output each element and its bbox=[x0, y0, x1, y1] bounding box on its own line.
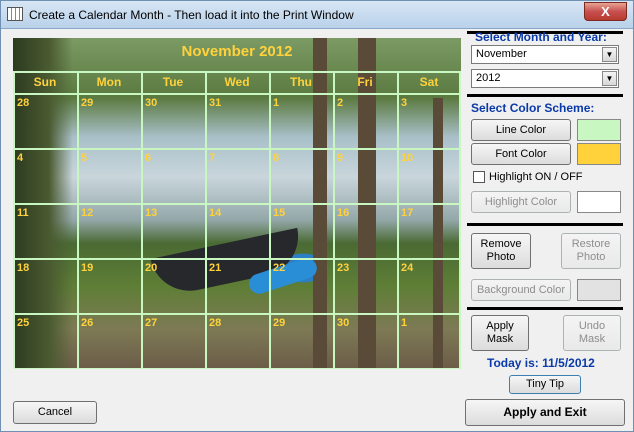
grid-line-vertical bbox=[397, 71, 399, 369]
grid-line-horizontal bbox=[13, 93, 461, 95]
calendar-day-number: 9 bbox=[337, 152, 344, 164]
today-date-label: Today is: 11/5/2012 bbox=[487, 356, 595, 370]
grid-line-horizontal bbox=[13, 313, 461, 315]
calendar-day-number: 5 bbox=[81, 152, 88, 164]
select-month-year-label: Select Month and Year: bbox=[475, 30, 607, 44]
highlight-color-button[interactable]: Highlight Color bbox=[471, 191, 571, 213]
calendar-day-number: 31 bbox=[209, 97, 222, 109]
calendar-day-number: 3 bbox=[401, 97, 408, 109]
grid-line-vertical bbox=[205, 71, 207, 369]
calendar-day-number: 10 bbox=[401, 152, 414, 164]
year-select-value: 2012 bbox=[476, 72, 501, 84]
calendar-day-number: 7 bbox=[209, 152, 216, 164]
grid-line-vertical bbox=[459, 71, 461, 369]
title-bar: Create a Calendar Month - Then load it i… bbox=[1, 1, 633, 29]
line-color-swatch[interactable] bbox=[577, 119, 621, 141]
calendar-day-number: 27 bbox=[145, 317, 158, 329]
grid-line-vertical bbox=[269, 71, 271, 369]
month-select[interactable]: November ▼ bbox=[471, 45, 619, 64]
grid-line-horizontal bbox=[13, 258, 461, 260]
day-header-sun: Sun bbox=[33, 75, 57, 89]
calendar-day-number: 18 bbox=[17, 262, 30, 274]
undo-mask-button[interactable]: Undo Mask bbox=[563, 315, 621, 351]
calendar-app-icon bbox=[7, 7, 23, 21]
calendar-day-number: 24 bbox=[401, 262, 414, 274]
grid-line-vertical bbox=[333, 71, 335, 369]
font-color-button[interactable]: Font Color bbox=[471, 143, 571, 165]
chevron-down-icon[interactable]: ▼ bbox=[602, 71, 617, 86]
calendar-day-number: 1 bbox=[401, 317, 408, 329]
remove-photo-button[interactable]: Remove Photo bbox=[471, 233, 531, 269]
highlight-checkbox[interactable] bbox=[473, 171, 485, 183]
calendar-day-number: 25 bbox=[17, 317, 30, 329]
calendar-day-number: 30 bbox=[145, 97, 158, 109]
color-scheme-divider bbox=[467, 94, 623, 97]
restore-photo-button[interactable]: Restore Photo bbox=[561, 233, 621, 269]
grid-line-vertical bbox=[141, 71, 143, 369]
tiny-tip-button[interactable]: Tiny Tip bbox=[509, 375, 581, 394]
day-header-fri: Fri bbox=[357, 75, 373, 89]
calendar-day-number: 8 bbox=[273, 152, 280, 164]
calendar-day-number: 23 bbox=[337, 262, 350, 274]
calendar-day-number: 12 bbox=[81, 207, 94, 219]
calendar-preview: November 2012 Sun Mon Tue Wed Thu Fri Sat 28 29 3… bbox=[13, 38, 461, 369]
day-header-mon: Mon bbox=[96, 75, 122, 89]
calendar-dialog: Create a Calendar Month - Then load it i… bbox=[0, 0, 634, 432]
calendar-day-number: 30 bbox=[337, 317, 350, 329]
line-color-button[interactable]: Line Color bbox=[471, 119, 571, 141]
chevron-down-icon[interactable]: ▼ bbox=[602, 47, 617, 62]
calendar-day-number: 21 bbox=[209, 262, 222, 274]
day-header-thu: Thu bbox=[290, 75, 312, 89]
calendar-day-number: 2 bbox=[337, 97, 344, 109]
font-color-swatch[interactable] bbox=[577, 143, 621, 165]
apply-mask-button[interactable]: Apply Mask bbox=[471, 315, 529, 351]
calendar-day-number: 16 bbox=[337, 207, 350, 219]
select-color-scheme-label: Select Color Scheme: bbox=[471, 101, 595, 115]
calendar-day-number: 28 bbox=[17, 97, 30, 109]
calendar-day-number: 29 bbox=[81, 97, 94, 109]
calendar-day-number: 11 bbox=[17, 207, 29, 219]
window-title: Create a Calendar Month - Then load it i… bbox=[29, 8, 354, 22]
day-header-wed: Wed bbox=[224, 75, 250, 89]
cancel-button[interactable]: Cancel bbox=[13, 401, 97, 424]
grid-line-horizontal bbox=[13, 203, 461, 205]
calendar-day-number: 17 bbox=[401, 207, 414, 219]
grid-line-horizontal bbox=[13, 148, 461, 150]
grid-line-vertical bbox=[13, 71, 15, 369]
year-select[interactable]: 2012 ▼ bbox=[471, 69, 619, 88]
close-button[interactable]: X bbox=[584, 2, 627, 21]
calendar-day-number: 28 bbox=[209, 317, 222, 329]
grid-line-vertical bbox=[77, 71, 79, 369]
highlight-color-swatch[interactable] bbox=[577, 191, 621, 213]
grid-line-horizontal bbox=[13, 368, 461, 369]
month-select-value: November bbox=[476, 48, 527, 60]
calendar-day-number: 13 bbox=[145, 207, 158, 219]
calendar-day-number: 20 bbox=[145, 262, 158, 274]
apply-and-exit-button[interactable]: Apply and Exit bbox=[465, 399, 625, 426]
calendar-day-number: 26 bbox=[81, 317, 94, 329]
mask-divider bbox=[467, 307, 623, 310]
background-color-button[interactable]: Background Color bbox=[471, 279, 571, 301]
calendar-day-number: 29 bbox=[273, 317, 286, 329]
calendar-day-number: 14 bbox=[209, 207, 222, 219]
calendar-day-number: 1 bbox=[273, 97, 280, 109]
background-color-swatch[interactable] bbox=[577, 279, 621, 301]
calendar-month-title: November 2012 bbox=[181, 43, 293, 60]
photo-divider bbox=[467, 223, 623, 226]
calendar-day-number: 6 bbox=[145, 152, 152, 164]
grid-line-horizontal bbox=[13, 71, 461, 73]
calendar-day-number: 15 bbox=[273, 207, 286, 219]
calendar-day-number: 22 bbox=[273, 262, 286, 274]
calendar-grid: Sun Mon Tue Wed Thu Fri Sat 28 29 30 31 1 2 3 4 5 6 7 8 9 10… bbox=[13, 71, 461, 369]
day-header-tue: Tue bbox=[162, 75, 184, 89]
day-header-sat: Sat bbox=[419, 75, 439, 89]
highlight-toggle-label: Highlight ON / OFF bbox=[489, 171, 583, 183]
calendar-day-number: 19 bbox=[81, 262, 94, 274]
calendar-day-number: 4 bbox=[17, 152, 24, 164]
